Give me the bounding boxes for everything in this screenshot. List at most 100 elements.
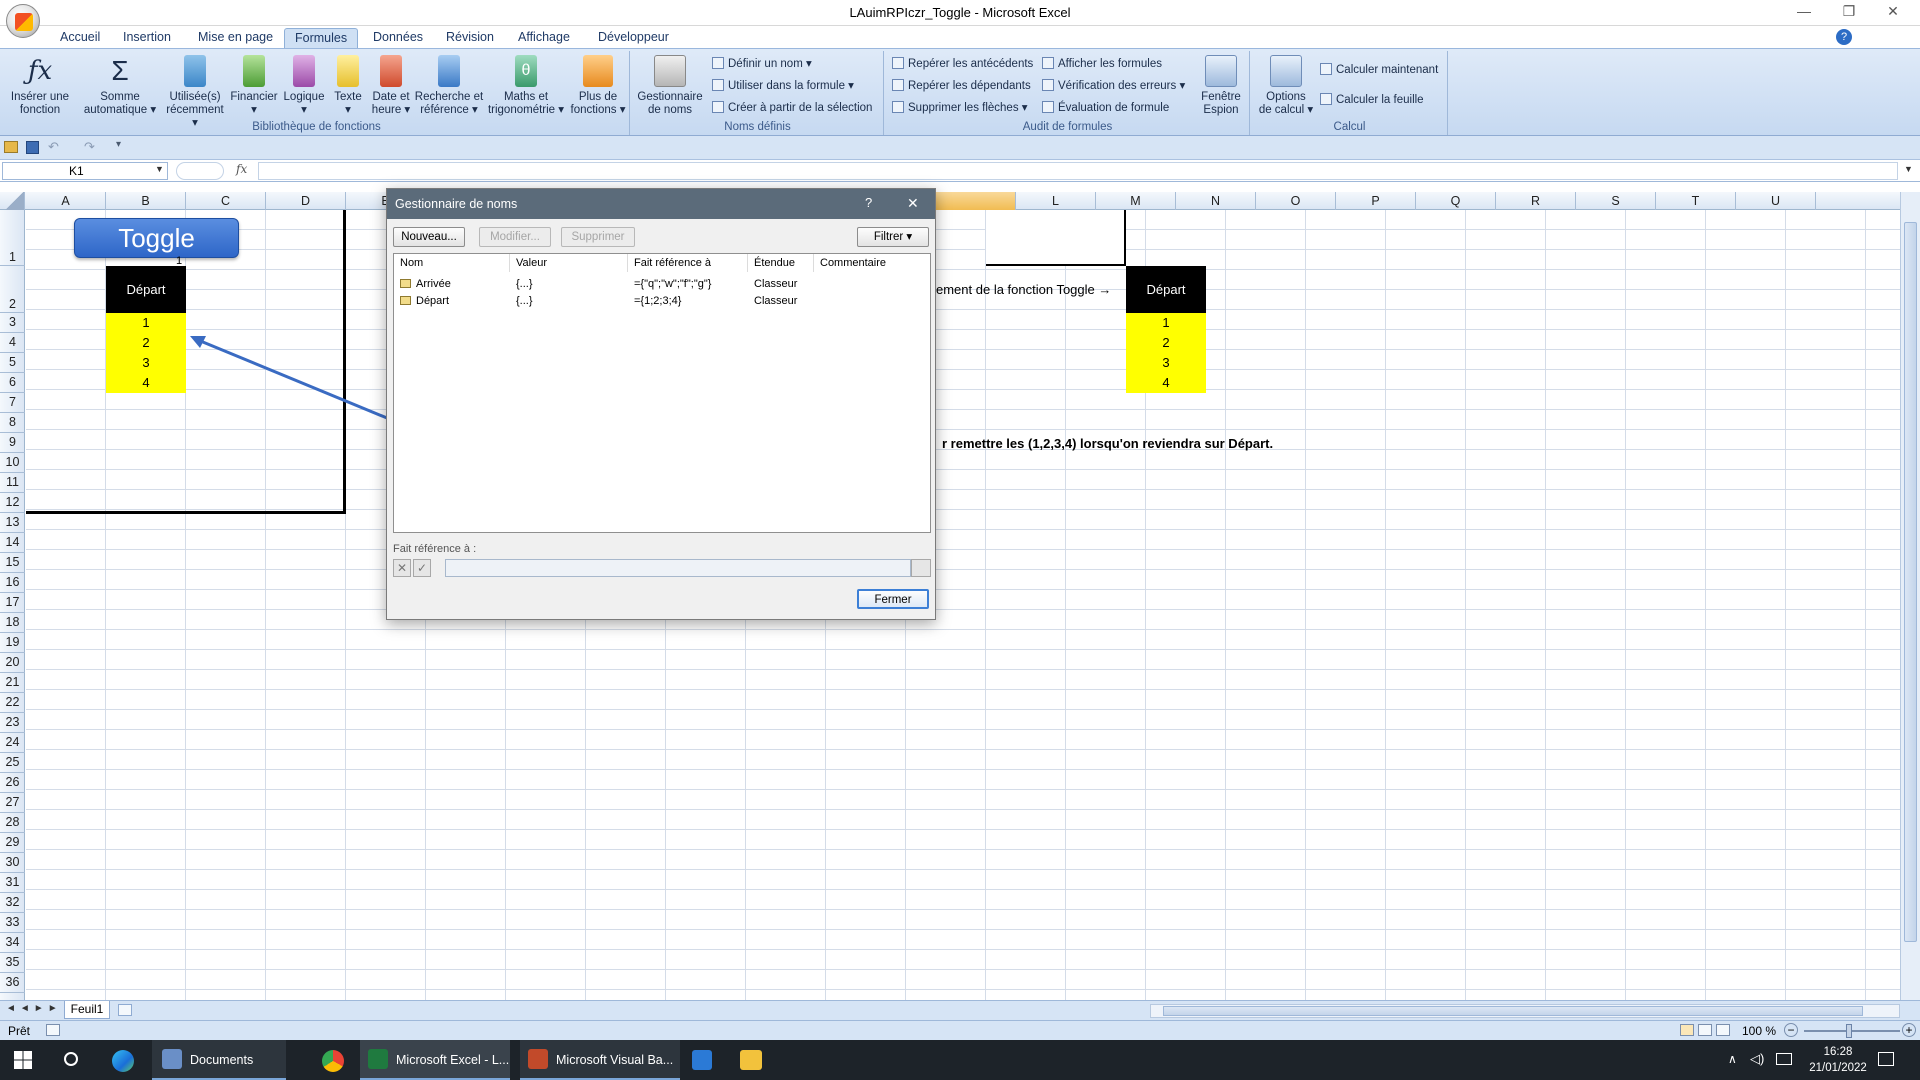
delete-name-button[interactable]: Supprimer [561, 227, 635, 247]
taskbar-vba[interactable]: Microsoft Visual Ba... [520, 1040, 680, 1080]
column-header[interactable]: Q [1416, 192, 1496, 210]
date-time-button[interactable]: Date et heure ▾ [368, 53, 414, 117]
save-icon[interactable] [26, 141, 39, 154]
tab-accueil[interactable]: Accueil [50, 28, 110, 48]
worksheet-grid[interactable]: Toggle 1 Départ 1 2 3 4 ement de la fonc… [26, 210, 1900, 1010]
tab-donnees[interactable]: Données [363, 28, 433, 48]
tab-mise-en-page[interactable]: Mise en page [188, 28, 283, 48]
clock[interactable]: 16:28 21/01/2022 [1806, 1044, 1870, 1076]
tab-developpeur[interactable]: Développeur [588, 28, 679, 48]
row-header[interactable]: 18 [0, 613, 25, 633]
column-header[interactable]: A [26, 192, 106, 210]
help-icon[interactable]: ? [1836, 29, 1852, 45]
chrome-icon[interactable] [322, 1050, 344, 1072]
create-from-selection-button[interactable]: Créer à partir de la sélection [712, 99, 872, 117]
restore-icon[interactable]: ❐ [1834, 3, 1864, 23]
row-header[interactable]: 32 [0, 893, 25, 913]
col-etendue[interactable]: Étendue [748, 254, 814, 272]
text-button[interactable]: Texte ▾ [328, 53, 368, 117]
row-header[interactable]: 14 [0, 533, 25, 553]
watch-window-button[interactable]: Fenêtre Espion [1196, 53, 1246, 117]
namebox-dropdown-icon[interactable]: ▼ [155, 164, 164, 174]
insert-function-icon[interactable]: fx [236, 162, 254, 180]
row-header[interactable]: 35 [0, 953, 25, 973]
notifications-icon[interactable] [1878, 1052, 1894, 1066]
math-trig-button[interactable]: θ Maths et trigonométrie ▾ [484, 53, 568, 117]
view-buttons[interactable] [1680, 1024, 1734, 1038]
taskbar-excel[interactable]: Microsoft Excel - L... [360, 1040, 510, 1080]
column-header[interactable]: T [1656, 192, 1736, 210]
column-header[interactable]: U [1736, 192, 1816, 210]
row-header[interactable]: 36 [0, 973, 25, 993]
zoom-out-icon[interactable]: − [1784, 1023, 1798, 1037]
tab-affichage[interactable]: Affichage [508, 28, 580, 48]
row-header[interactable]: 28 [0, 813, 25, 833]
logical-button[interactable]: Logique ▾ [280, 53, 328, 117]
row-header[interactable]: 29 [0, 833, 25, 853]
filter-button[interactable]: Filtrer ▾ [857, 227, 929, 247]
error-checking-button[interactable]: Vérification des erreurs ▾ [1042, 77, 1185, 95]
page-break-view-icon[interactable] [1716, 1024, 1730, 1036]
select-all-button[interactable] [0, 192, 25, 210]
col-commentaire[interactable]: Commentaire [814, 254, 930, 272]
redo-icon[interactable]: ↷ [84, 139, 95, 155]
row-header[interactable]: 17 [0, 593, 25, 613]
confirm-ref-icon[interactable]: ✓ [413, 559, 431, 577]
edge-icon[interactable] [112, 1050, 134, 1072]
calc-options-button[interactable]: Options de calcul ▾ [1254, 53, 1318, 117]
horizontal-scrollbar[interactable] [1150, 1004, 1900, 1018]
tray-chevron-icon[interactable]: ∧ [1728, 1052, 1737, 1066]
lookup-reference-button[interactable]: Recherche et référence ▾ [414, 53, 484, 117]
col-fait-reference[interactable]: Fait référence à [628, 254, 748, 272]
column-header[interactable]: O [1256, 192, 1336, 210]
row-header[interactable]: 15 [0, 553, 25, 573]
tab-revision[interactable]: Révision [436, 28, 504, 48]
row-header[interactable]: 6 [0, 373, 25, 393]
row-header[interactable]: 1 [0, 210, 25, 266]
ref-input[interactable] [445, 559, 911, 577]
windows-start-icon[interactable] [14, 1051, 32, 1069]
row-header[interactable]: 12 [0, 493, 25, 513]
search-icon[interactable] [64, 1052, 78, 1066]
close-window-icon[interactable]: ✕ [1878, 3, 1908, 23]
zoom-slider-thumb[interactable] [1846, 1024, 1852, 1038]
vertical-scrollbar[interactable] [1900, 192, 1920, 1000]
file-explorer-icon[interactable] [740, 1050, 762, 1070]
name-manager-button[interactable]: Gestionnaire de noms [636, 53, 704, 117]
column-header[interactable]: C [186, 192, 266, 210]
column-header[interactable]: B [106, 192, 186, 210]
sheet-nav-icon[interactable]: ◄◄►► [6, 1003, 62, 1014]
calculate-sheet-button[interactable]: Calculer la feuille [1320, 91, 1424, 109]
row-header[interactable]: 5 [0, 353, 25, 373]
trace-dependents-button[interactable]: Repérer les dépendants [892, 77, 1031, 95]
new-name-button[interactable]: Nouveau... [393, 227, 465, 247]
show-formulas-button[interactable]: Afficher les formules [1042, 55, 1162, 73]
calculate-now-button[interactable]: Calculer maintenant [1320, 61, 1438, 79]
speaker-icon[interactable]: ◁) [1750, 1051, 1764, 1067]
row-header[interactable]: 25 [0, 753, 25, 773]
column-header[interactable]: N [1176, 192, 1256, 210]
row-header[interactable]: 21 [0, 673, 25, 693]
row-header[interactable]: 13 [0, 513, 25, 533]
row-header[interactable]: 26 [0, 773, 25, 793]
row-header[interactable]: 3 [0, 313, 25, 333]
undo-icon[interactable]: ↶ [48, 139, 59, 155]
row-header[interactable]: 34 [0, 933, 25, 953]
trace-precedents-button[interactable]: Repérer les antécédents [892, 55, 1033, 73]
toggle-button[interactable]: Toggle [74, 218, 239, 258]
customize-qat-icon[interactable]: ▾ [116, 139, 121, 150]
tab-formules[interactable]: Formules [284, 28, 359, 48]
sheet-tab-feuil1[interactable]: Feuil1 [64, 1001, 110, 1019]
collapse-dialog-icon[interactable] [911, 559, 931, 577]
row-header[interactable]: 10 [0, 453, 25, 473]
minimize-icon[interactable]: — [1789, 3, 1819, 23]
col-valeur[interactable]: Valeur [510, 254, 628, 272]
formula-input[interactable] [258, 162, 1898, 180]
column-header[interactable]: L [1016, 192, 1096, 210]
column-header[interactable]: S [1576, 192, 1656, 210]
taskbar-documents[interactable]: Documents [152, 1040, 286, 1080]
cancel-ref-icon[interactable]: ✕ [393, 559, 411, 577]
column-header[interactable]: R [1496, 192, 1576, 210]
column-header[interactable]: P [1336, 192, 1416, 210]
macro-record-icon[interactable] [46, 1024, 60, 1036]
